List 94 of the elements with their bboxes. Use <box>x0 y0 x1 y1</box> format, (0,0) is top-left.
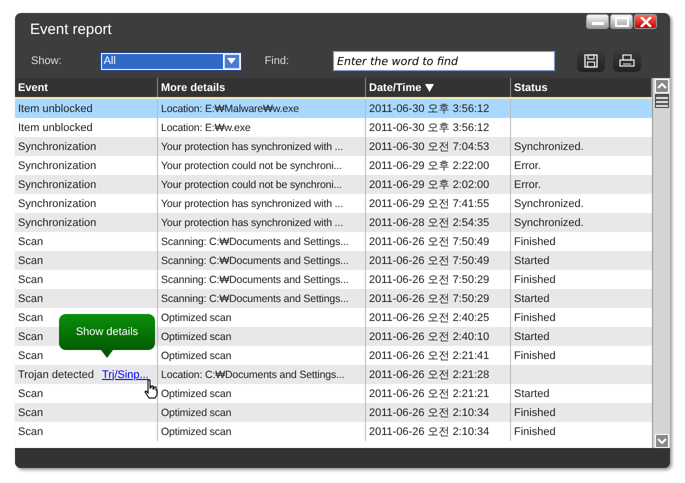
table-cell: Scan <box>18 330 44 342</box>
table-cell: Optimized scan <box>161 312 232 324</box>
table-cell: Scan <box>18 236 44 248</box>
table-cell-text: 2011-06-26 오전 2:10:34 <box>369 406 490 420</box>
find-label: Find: <box>264 55 290 67</box>
table-cell: Scan <box>18 406 44 418</box>
close-button[interactable] <box>634 14 657 29</box>
table-cell-text: 2011-06-26 오전 2:21:21 <box>369 387 490 401</box>
table-cell: Started <box>514 292 550 304</box>
tooltip: Show details <box>59 314 155 358</box>
table-cell-text: 2011-06-30 오전 7:04:53 <box>369 140 490 154</box>
table-cell: Finished <box>514 274 556 286</box>
table-cell: Synchronized. <box>514 198 584 210</box>
table-cell: Finished <box>514 236 556 248</box>
minimize-button[interactable] <box>586 14 609 29</box>
table-cell-text: 2011-06-26 오전 7:50:49 <box>369 235 490 249</box>
table-cell-text: 2011-06-26 오전 7:50:29 <box>369 292 490 306</box>
table-cell: Optimized scan <box>161 426 232 438</box>
table-cell-text: 2011-06-26 오전 2:40:25 <box>369 311 490 325</box>
table-cell: Scan <box>18 274 44 286</box>
table-cell: Location: C:₩Documents and Settings... <box>161 368 344 380</box>
table-cell: Optimized scan <box>161 406 232 418</box>
details-link[interactable]: Trj/Sinp... <box>102 368 149 380</box>
table-cell: Scan <box>18 312 44 324</box>
find-field[interactable]: Enter the word to find <box>333 51 556 71</box>
print-button[interactable] <box>613 50 642 72</box>
table-cell: Finished <box>514 406 556 418</box>
table-cell: Your protection could not be synchroni... <box>161 160 342 172</box>
table-cell: Scan <box>18 254 44 266</box>
table-cell-text: 2011-06-29 오후 2:02:00 <box>369 178 490 192</box>
table-cell: Started <box>514 388 550 400</box>
table-cell: Your protection has synchronized with ... <box>161 140 343 152</box>
column-header[interactable]: Event <box>15 78 158 97</box>
table-cell: Synchronized. <box>514 216 584 228</box>
table-cell-text: 2011-06-26 오전 7:50:29 <box>369 273 490 287</box>
table-cell: Synchronization <box>18 178 96 190</box>
column-header[interactable]: More details <box>158 78 366 97</box>
table-cell: Item unblocked <box>18 102 93 114</box>
table-cell: Your protection has synchronized with ... <box>161 198 343 210</box>
table-cell-text: 2011-06-28 오전 2:54:35 <box>369 216 490 230</box>
table-cell: Synchronized. <box>514 140 584 152</box>
table-cell: Synchronization <box>18 216 96 228</box>
table-cell: Error. <box>514 160 541 172</box>
column-header[interactable]: Date/Time <box>366 78 511 97</box>
save-button[interactable] <box>577 50 606 72</box>
table-cell: Scanning: C:₩Documents and Settings... <box>161 274 348 286</box>
table-cell-text: 2011-06-26 오전 2:40:10 <box>369 330 490 344</box>
table-cell-text: 2011-06-26 오전 2:10:34 <box>369 425 490 439</box>
table-cell: Finished <box>514 350 556 362</box>
table-cell: Error. <box>514 178 541 190</box>
table-cell: Scanning: C:₩Documents and Settings... <box>161 254 348 266</box>
maximize-icon <box>614 16 628 26</box>
table-cell: Item unblocked <box>18 122 93 134</box>
table-cell: Optimized scan <box>161 330 232 342</box>
scroll-up-button[interactable] <box>654 79 668 93</box>
table-cell: Finished <box>514 426 556 438</box>
window-title: Event report <box>30 21 112 38</box>
table-cell: Scan <box>18 388 44 400</box>
table-cell-text: 2011-06-30 오후 3:56:12 <box>369 102 490 116</box>
table-cell: Started <box>514 254 550 266</box>
table-cell: Scan <box>18 426 44 438</box>
table-cell: Your protection has synchronized with ... <box>161 216 343 228</box>
table-cell: Trojan detected <box>18 368 94 380</box>
table-cell: Started <box>514 330 550 342</box>
table-cell: Finished <box>514 312 556 324</box>
table-cell: Scanning: C:₩Documents and Settings... <box>161 236 348 248</box>
table-cell-text: 2011-06-26 오전 2:21:41 <box>369 349 490 363</box>
table-cell: Your protection could not be synchroni... <box>161 178 342 190</box>
table-cell-text: 2011-06-29 오후 2:22:00 <box>369 159 490 173</box>
scroll-thumb[interactable] <box>654 94 668 108</box>
chevron-down-icon <box>656 438 666 444</box>
close-icon <box>640 16 652 26</box>
scrollbar[interactable] <box>652 78 670 448</box>
scroll-down-button[interactable] <box>654 434 668 448</box>
table-cell: Synchronization <box>18 160 96 172</box>
table-cell: Location: E:₩w.exe <box>161 122 251 134</box>
show-dropdown[interactable]: All <box>100 52 242 70</box>
table-cell: Scan <box>18 350 44 362</box>
chevron-up-icon <box>656 83 666 89</box>
table-cell-text: 2011-06-29 오전 7:41:55 <box>369 197 490 211</box>
table-cell-text: 2011-06-30 오후 3:56:12 <box>369 121 490 135</box>
dropdown-arrow-icon <box>227 58 236 64</box>
table-cell-text: 2011-06-26 오전 7:50:49 <box>369 254 490 268</box>
table-cell: Synchronization <box>18 140 96 152</box>
show-label: Show: <box>31 55 62 67</box>
table-cell: Location: E:₩Malware₩w.exe <box>161 102 299 114</box>
table-cell: Optimized scan <box>161 388 232 400</box>
table-cell: Optimized scan <box>161 350 232 362</box>
table-cell: Synchronization <box>18 198 96 210</box>
table-cell: Scanning: C:₩Documents and Settings... <box>161 292 348 304</box>
table-cell: Scan <box>18 292 44 304</box>
table-cell-text: 2011-06-26 오전 2:21:28 <box>369 368 490 382</box>
printer-icon <box>619 54 636 68</box>
maximize-button[interactable] <box>610 14 633 29</box>
